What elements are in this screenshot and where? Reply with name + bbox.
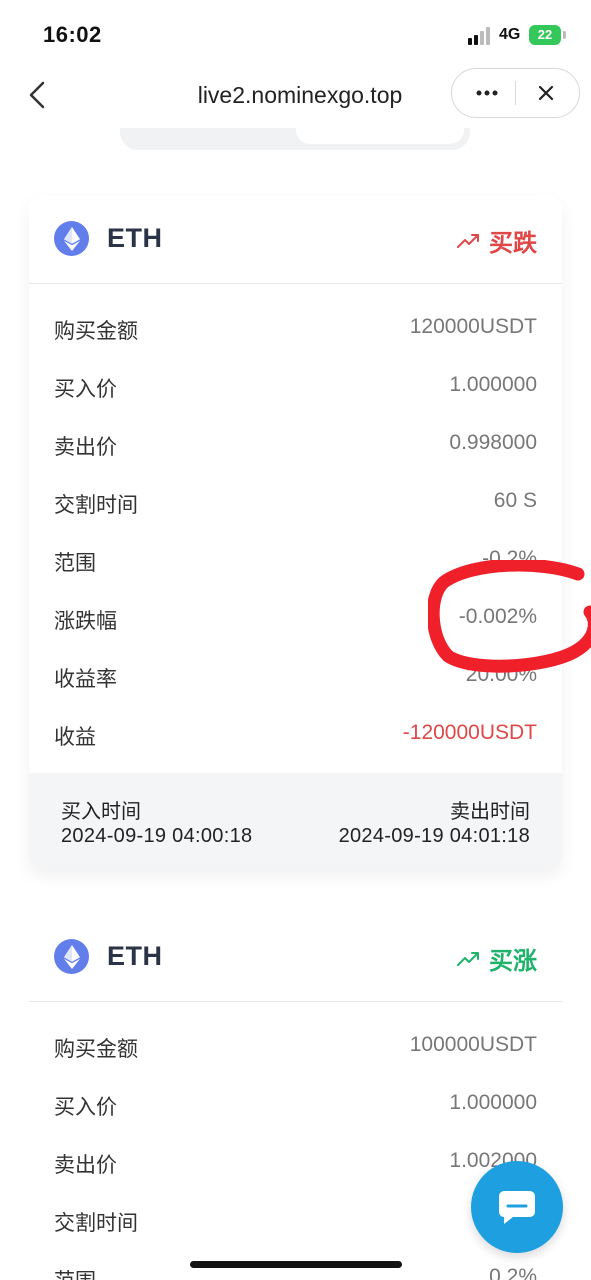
- tab-switcher-partial: [120, 128, 470, 150]
- row-label: 收益: [54, 726, 96, 749]
- detail-row: 收益 -120000USDT: [54, 713, 537, 753]
- detail-row: 卖出价 1.002000: [54, 1141, 537, 1181]
- nav-bar: live2.nominexgo.top: [0, 64, 591, 128]
- close-icon: [538, 85, 554, 101]
- row-value: -0.002%: [458, 605, 537, 628]
- back-button[interactable]: [22, 78, 52, 112]
- trend-down-icon: [457, 233, 481, 249]
- buy-time-value: 2024-09-19 04:00:18: [61, 825, 253, 847]
- row-value: 0.2%: [489, 1265, 537, 1280]
- profit-value: -120000USDT: [402, 721, 537, 744]
- network-type: 4G: [499, 26, 521, 43]
- more-button[interactable]: [470, 78, 504, 108]
- row-value: 120000USDT: [409, 315, 537, 338]
- row-value: 60 S: [493, 489, 537, 512]
- row-value: 0.998000: [449, 431, 537, 454]
- row-label: 买入价: [54, 378, 117, 401]
- row-label: 购买金额: [54, 320, 138, 343]
- time-panel: 买入时间 卖出时间 2024-09-19 04:00:18 2024-09-19…: [29, 773, 562, 868]
- buy-time-label: 买入时间: [61, 801, 141, 823]
- battery-tip: [563, 31, 566, 39]
- row-label: 卖出价: [54, 1154, 117, 1177]
- signal-icon: [468, 27, 492, 45]
- trend-up-icon: [457, 951, 481, 967]
- direction-badge: 买跌: [457, 223, 537, 258]
- row-label: 卖出价: [54, 436, 117, 459]
- detail-row: 收益率 20.00%: [54, 655, 537, 695]
- detail-row: 交割时间 60 S: [54, 481, 537, 521]
- detail-row: 购买金额 120000USDT: [54, 307, 537, 347]
- status-bar: 16:02 4G 22: [0, 0, 591, 64]
- direction-label: 买跌: [489, 230, 537, 257]
- detail-row: 交割时间: [54, 1199, 537, 1239]
- order-card-header: ETH 买涨: [29, 914, 562, 1002]
- sell-time-value: 2024-09-19 04:01:18: [338, 825, 530, 847]
- detail-row: 卖出价 0.998000: [54, 423, 537, 463]
- chat-bubble-icon: [499, 1191, 535, 1224]
- sell-time-label: 卖出时间: [450, 801, 530, 823]
- customer-service-chat-button[interactable]: [471, 1161, 563, 1253]
- home-indicator: [190, 1261, 402, 1268]
- row-value: 1.000000: [449, 373, 537, 396]
- order-card-header: ETH 买跌: [29, 196, 562, 284]
- row-label: 交割时间: [54, 1212, 138, 1235]
- detail-row: 范围 -0.2%: [54, 539, 537, 579]
- row-value: 1.000000: [449, 1091, 537, 1114]
- chevron-left-icon: [29, 81, 45, 109]
- row-label: 购买金额: [54, 1038, 138, 1061]
- coin-name: ETH: [107, 941, 163, 971]
- row-label: 交割时间: [54, 494, 138, 517]
- row-label: 买入价: [54, 1096, 117, 1119]
- order-card[interactable]: ETH 买跌 购买金额 120000USDT 买入价 1.000000 卖出价 …: [29, 196, 562, 868]
- close-button[interactable]: [530, 78, 562, 108]
- row-label: 涨跌幅: [54, 610, 117, 633]
- detail-row: 购买金额 100000USDT: [54, 1025, 537, 1065]
- direction-label: 买涨: [489, 948, 537, 975]
- tab-switcher-active[interactable]: [296, 128, 464, 144]
- status-time: 16:02: [43, 22, 102, 47]
- ethereum-icon: [54, 221, 89, 256]
- direction-badge: 买涨: [457, 941, 537, 976]
- detail-row: 涨跌幅 -0.002%: [54, 597, 537, 637]
- coin-name: ETH: [107, 223, 163, 253]
- row-value: -0.2%: [482, 547, 537, 570]
- more-dots-icon: [476, 90, 498, 96]
- row-label: 范围: [54, 552, 96, 575]
- capsule-divider: [515, 81, 516, 105]
- page-url-title: live2.nominexgo.top: [197, 82, 403, 108]
- row-value: 100000USDT: [409, 1033, 537, 1056]
- detail-row: 买入价 1.000000: [54, 365, 537, 405]
- battery-icon: 22: [529, 25, 561, 45]
- row-value: 20.00%: [465, 663, 537, 686]
- row-label: 范围: [54, 1265, 96, 1280]
- ethereum-icon: [54, 939, 89, 974]
- detail-row: 买入价 1.000000: [54, 1083, 537, 1123]
- row-label: 收益率: [54, 668, 117, 691]
- mini-program-capsule: [451, 68, 580, 118]
